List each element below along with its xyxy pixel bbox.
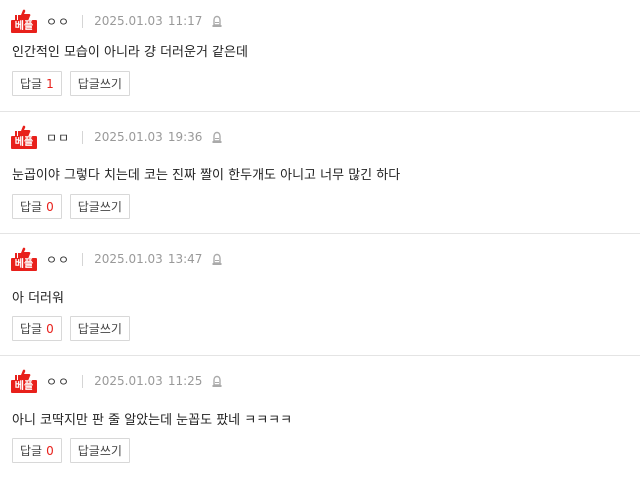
best-reply-badge: 베플 xyxy=(11,9,37,33)
report-bell-icon[interactable] xyxy=(211,131,223,144)
reply-label: 답글 xyxy=(20,200,43,214)
write-reply-button[interactable]: 답글쓰기 xyxy=(69,438,130,463)
comment-item: 베플 ㅇㅇ 2025.01.03 11:25 아니 코딱지만 판 줄 알았는데 … xyxy=(0,356,640,478)
best-label: 베플 xyxy=(11,380,37,393)
best-reply-badge: 베플 xyxy=(11,369,37,393)
meta-divider xyxy=(82,374,84,388)
comment-item: 베플 ㅇㅇ 2025.01.03 11:17 인간적인 모습이 아니라 걍 더러… xyxy=(0,0,640,112)
comment-actions: 답글 0 답글쓰기 xyxy=(12,438,138,463)
comment-date: 2025.01.03 xyxy=(94,252,163,266)
comment-date: 2025.01.03 xyxy=(94,374,163,388)
best-reply-badge: 베플 xyxy=(11,125,37,149)
comment-meta: 베플 ㅇㅇ 2025.01.03 11:17 xyxy=(11,9,223,33)
comment-actions: 답글 0 답글쓰기 xyxy=(12,194,138,219)
comment-item: 베플 ㅁㅁ 2025.01.03 19:36 눈곱이야 그렇다 치는데 코는 진… xyxy=(0,112,640,234)
comment-date: 2025.01.03 xyxy=(94,130,163,144)
best-label: 베플 xyxy=(11,258,37,271)
comment-meta: 베플 ㅇㅇ 2025.01.03 13:47 xyxy=(11,247,223,271)
best-label: 베플 xyxy=(11,136,37,149)
nickname[interactable]: ㅁㅁ xyxy=(46,129,70,146)
comment-text: 아 더러워 xyxy=(12,291,64,306)
nickname[interactable]: ㅇㅇ xyxy=(46,373,70,390)
reply-button[interactable]: 답글 1 xyxy=(12,71,62,96)
comment-text: 인간적인 모습이 아니라 걍 더러운거 같은데 xyxy=(12,45,248,60)
comment-time: 11:17 xyxy=(167,14,203,28)
reply-button[interactable]: 답글 0 xyxy=(12,194,62,219)
comment-text: 아니 코딱지만 판 줄 알았는데 눈꼽도 팠네 ㅋㅋㅋㅋ xyxy=(12,413,293,428)
best-reply-badge: 베플 xyxy=(11,247,37,271)
best-label: 베플 xyxy=(11,20,37,33)
comment-time: 11:25 xyxy=(167,374,203,388)
comment-text: 눈곱이야 그렇다 치는데 코는 진짜 짤이 한두개도 아니고 너무 많긴 하다 xyxy=(12,168,401,183)
comment-meta: 베플 ㅁㅁ 2025.01.03 19:36 xyxy=(11,125,223,149)
comment-actions: 답글 1 답글쓰기 xyxy=(12,71,138,96)
comment-date: 2025.01.03 xyxy=(94,14,163,28)
write-reply-button[interactable]: 답글쓰기 xyxy=(69,316,130,341)
nickname[interactable]: ㅇㅇ xyxy=(46,13,70,30)
meta-divider xyxy=(82,14,84,28)
reply-count: 0 xyxy=(46,199,54,214)
comment-item: 베플 ㅇㅇ 2025.01.03 13:47 아 더러워 답글 0 답글쓰기 xyxy=(0,234,640,356)
reply-label: 답글 xyxy=(20,77,43,91)
reply-label: 답글 xyxy=(20,444,43,458)
write-reply-button[interactable]: 답글쓰기 xyxy=(69,71,130,96)
reply-label: 답글 xyxy=(20,322,43,336)
comment-time: 13:47 xyxy=(167,252,203,266)
reply-button[interactable]: 답글 0 xyxy=(12,316,62,341)
nickname[interactable]: ㅇㅇ xyxy=(46,251,70,268)
comment-meta: 베플 ㅇㅇ 2025.01.03 11:25 xyxy=(11,369,223,393)
comment-time: 19:36 xyxy=(167,130,203,144)
meta-divider xyxy=(82,252,84,266)
write-reply-button[interactable]: 답글쓰기 xyxy=(69,194,130,219)
report-bell-icon[interactable] xyxy=(211,375,223,388)
reply-count: 0 xyxy=(46,443,54,458)
meta-divider xyxy=(82,130,84,144)
report-bell-icon[interactable] xyxy=(211,253,223,266)
comment-actions: 답글 0 답글쓰기 xyxy=(12,316,138,341)
report-bell-icon[interactable] xyxy=(211,15,223,28)
comment-list: 베플 ㅇㅇ 2025.01.03 11:17 인간적인 모습이 아니라 걍 더러… xyxy=(0,0,640,478)
reply-count: 1 xyxy=(46,76,54,91)
reply-count: 0 xyxy=(46,321,54,336)
reply-button[interactable]: 답글 0 xyxy=(12,438,62,463)
